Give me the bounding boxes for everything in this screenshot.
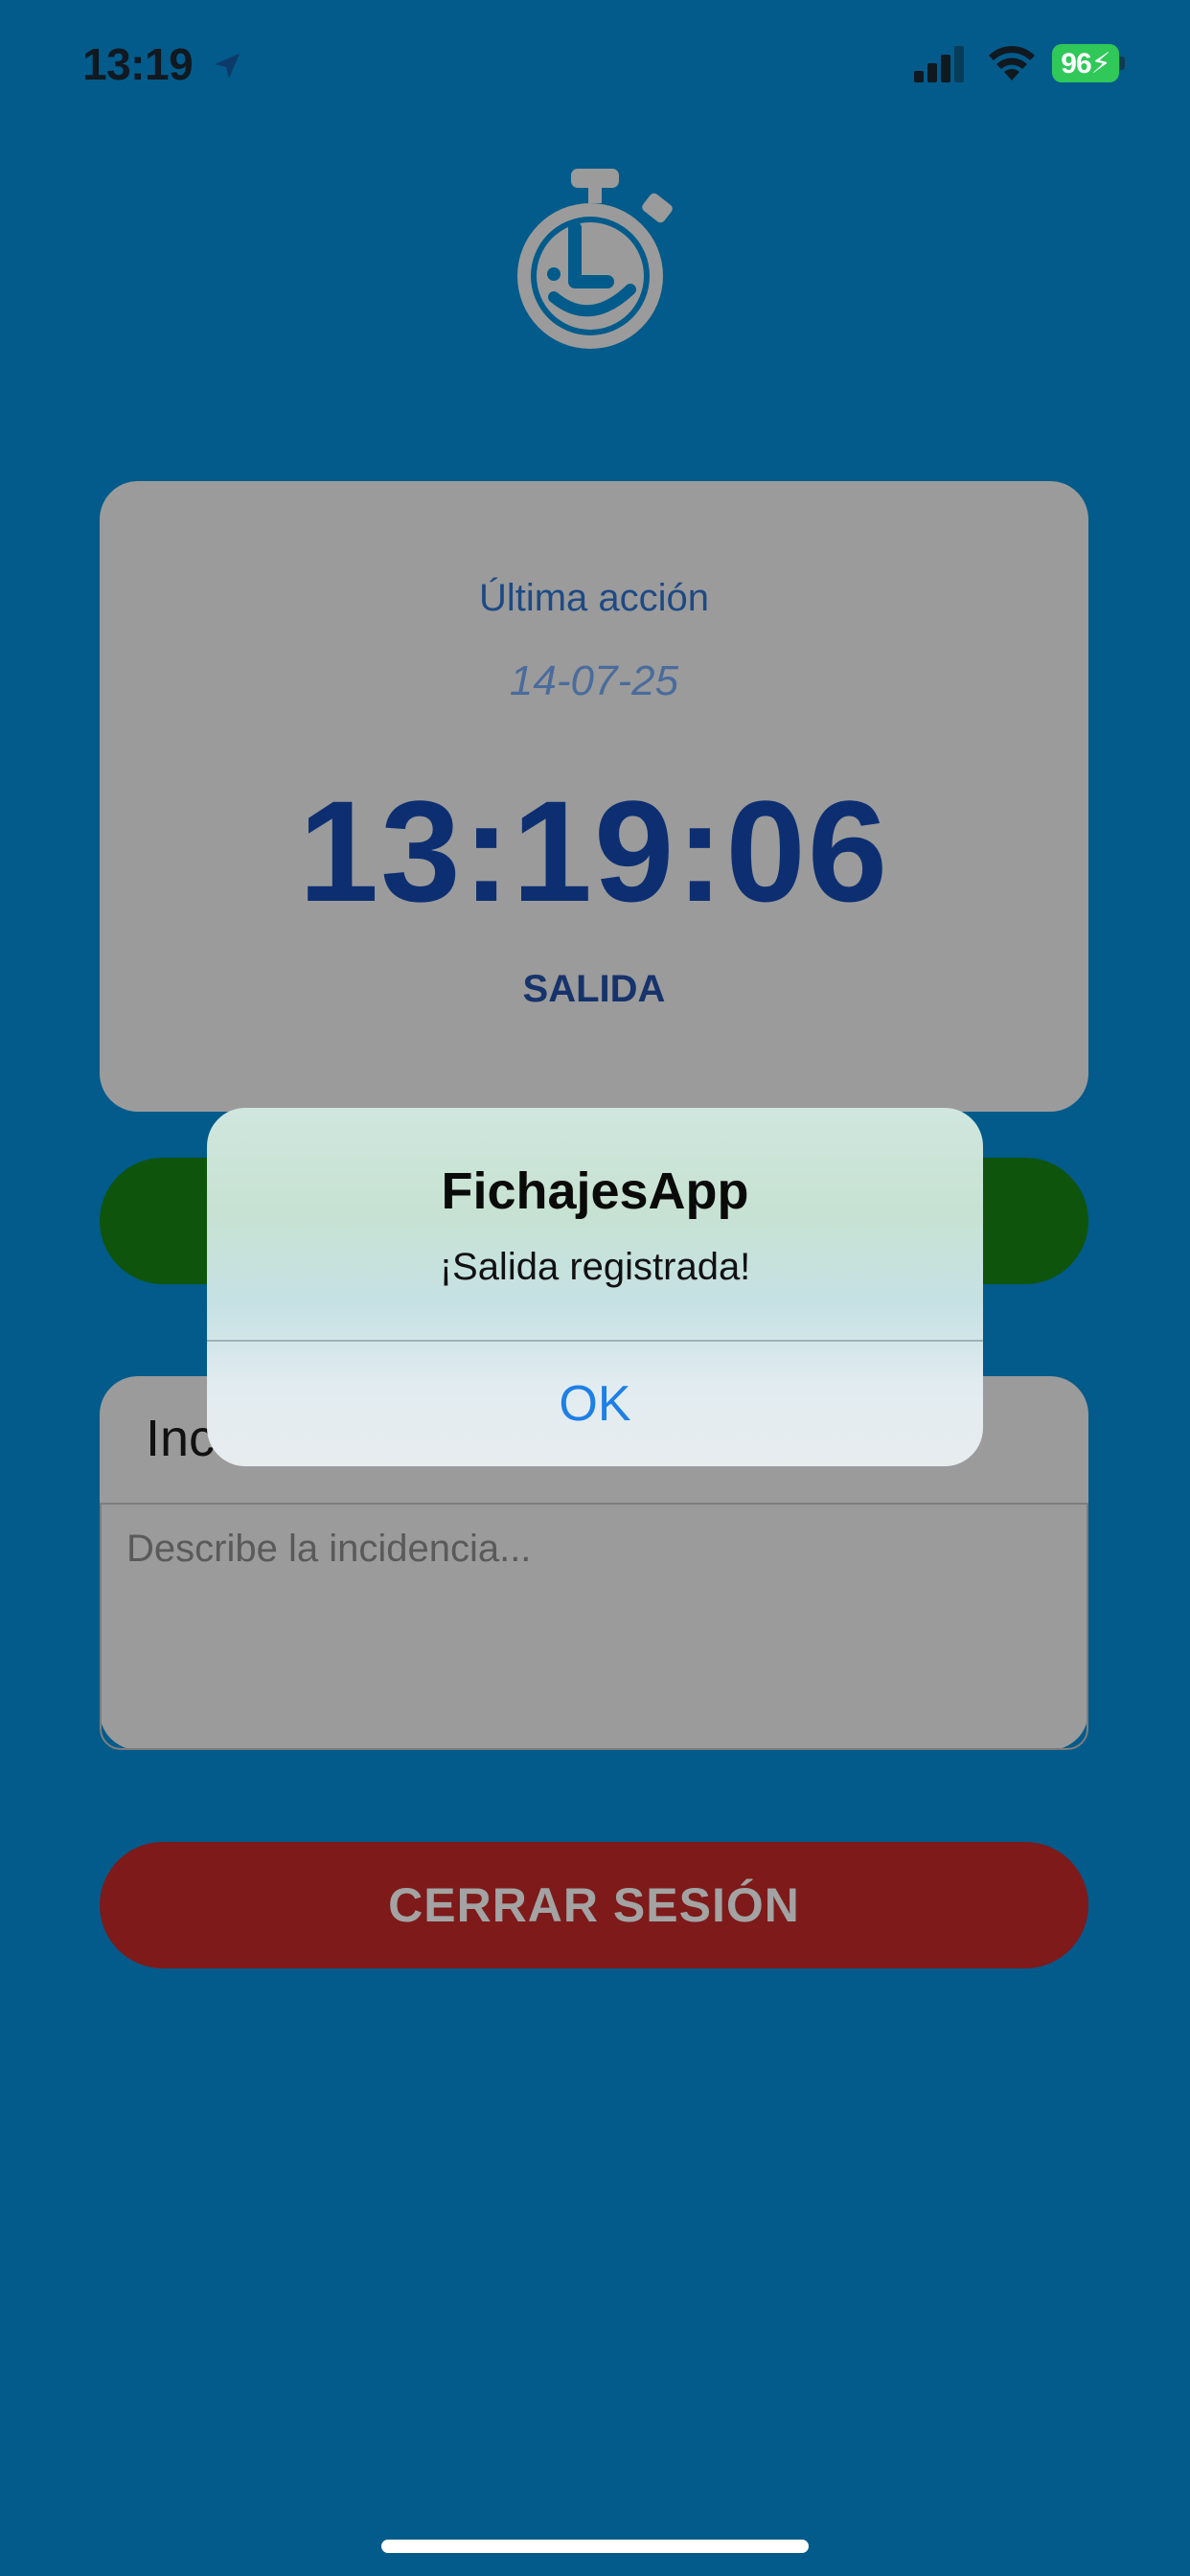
- last-action-date: 14-07-25: [509, 657, 679, 704]
- last-action-card: Última acción 14-07-25 13:19:06 SALIDA: [100, 481, 1088, 1112]
- last-action-type: SALIDA: [522, 968, 666, 1010]
- alert-title: FichajesApp: [441, 1162, 749, 1220]
- home-indicator[interactable]: [381, 2540, 809, 2553]
- status-bar: 13:19 96⚡: [0, 0, 1190, 134]
- last-action-label: Última acción: [478, 577, 710, 619]
- alert-message: ¡Salida registrada!: [439, 1246, 751, 1288]
- location-arrow-icon: [215, 54, 240, 79]
- incidence-title: Inc: [146, 1410, 216, 1467]
- wifi-icon: [989, 46, 1035, 80]
- alert-ok-button[interactable]: OK: [207, 1342, 983, 1466]
- alert-dialog: FichajesApp ¡Salida registrada! OK: [207, 1108, 983, 1466]
- last-action-time: 13:19:06: [298, 770, 890, 932]
- stopwatch-smile-logo-icon: [517, 169, 673, 349]
- incidence-input[interactable]: [100, 1503, 1088, 1750]
- battery-indicator: 96⚡: [1052, 44, 1125, 82]
- battery-level: 96⚡: [1061, 48, 1110, 80]
- status-time: 13:19: [82, 39, 194, 89]
- logout-button[interactable]: CERRAR SESIÓN: [100, 1842, 1088, 1968]
- cellular-signal-icon: [914, 46, 964, 82]
